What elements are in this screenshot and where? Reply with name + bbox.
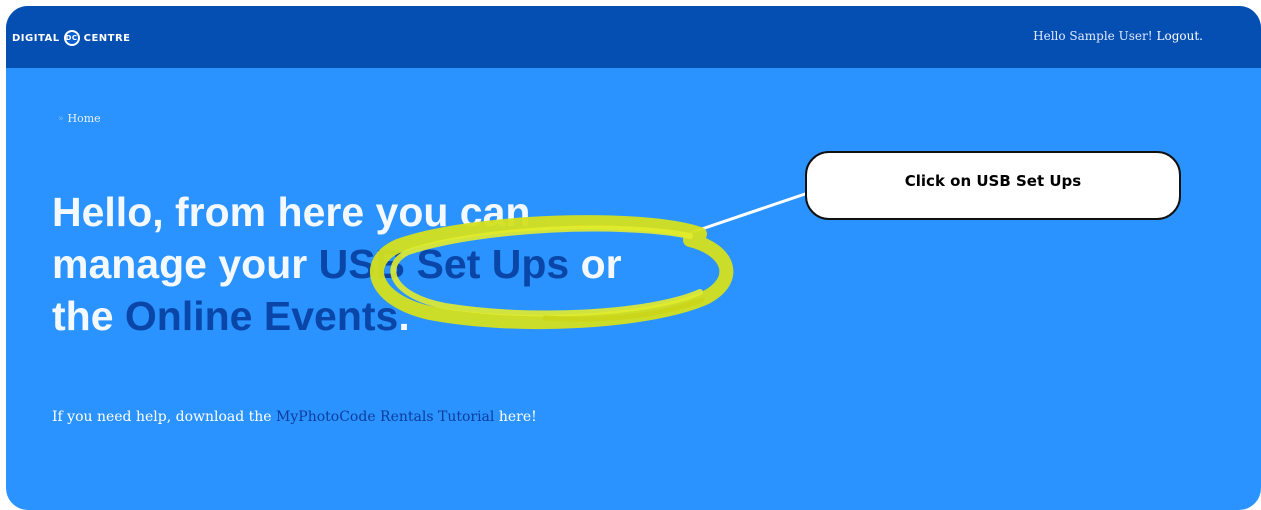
breadcrumb: » Home [58, 112, 101, 125]
help-text: If you need help, download the MyPhotoCo… [52, 409, 537, 425]
help-prefix: If you need help, download the [52, 409, 277, 425]
top-bar: DIGITAL DC CENTRE Hello Sample User! Log… [6, 6, 1261, 68]
brand-text-left: DIGITAL [12, 32, 60, 44]
headline-line-3-prefix: the [52, 293, 125, 339]
tutorial-download-link[interactable]: MyPhotoCode Rentals Tutorial [276, 409, 494, 425]
brand-text-right: CENTRE [83, 32, 131, 44]
instruction-callout: Click on USB Set Ups [805, 151, 1181, 220]
dc-badge-icon: DC [63, 30, 80, 46]
breadcrumb-caret-icon: » [58, 113, 64, 124]
logout-link[interactable]: Logout. [1157, 29, 1203, 43]
online-events-link[interactable]: Online Events [125, 293, 398, 339]
headline-line-2-prefix: manage your [52, 241, 319, 287]
headline-line-2-suffix: or [569, 241, 622, 287]
brand-logo[interactable]: DIGITAL DC CENTRE [12, 30, 131, 46]
page-headline: Hello, from here you can manage your USB… [52, 186, 832, 342]
usb-setups-link[interactable]: USB Set Ups [319, 241, 570, 287]
headline-line-1: Hello, from here you can [52, 189, 531, 235]
headline-line-3-suffix: . [398, 293, 410, 339]
breadcrumb-home-link[interactable]: Home [68, 112, 101, 125]
help-suffix: here! [494, 409, 537, 425]
user-greeting: Hello Sample User! [1033, 29, 1153, 43]
user-area: Hello Sample User! Logout. [1033, 29, 1203, 43]
